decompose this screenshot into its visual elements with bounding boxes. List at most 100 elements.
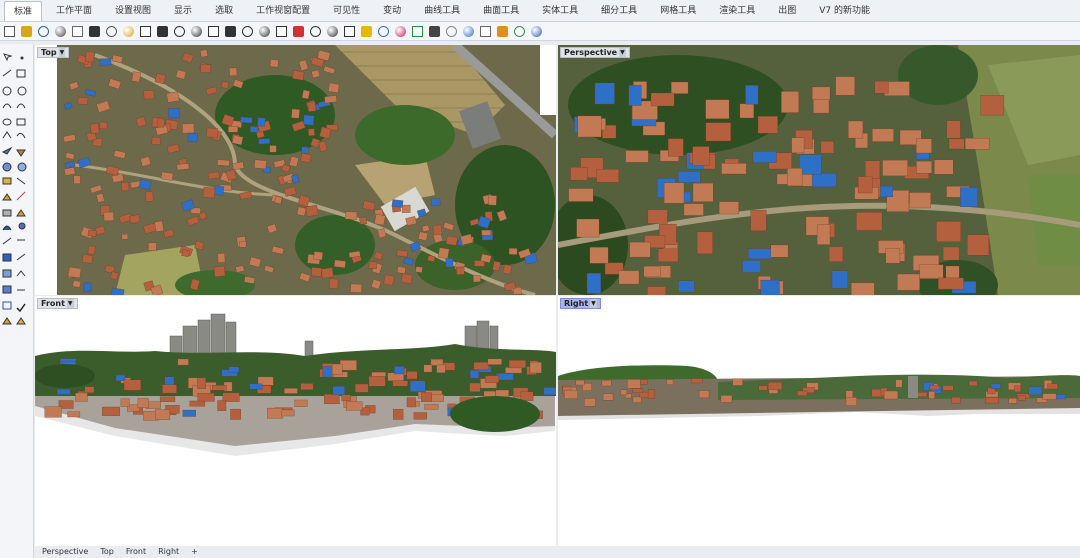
tab-curve-tools[interactable]: 曲线工具 [415,1,469,21]
house-roof [89,122,100,135]
grid-snap-icon[interactable] [308,24,323,39]
four-viewports-icon[interactable] [274,24,289,39]
top-viewport[interactable]: Top ▼ [35,45,556,295]
tab-standard[interactable]: 标准 [4,1,43,21]
tab-transform[interactable]: 变动 [374,1,410,21]
chevron-down-icon[interactable]: ▼ [619,48,626,57]
rotate-view-icon[interactable] [172,24,187,39]
object-snap-icon[interactable] [342,24,357,39]
house-roof [666,379,674,385]
tab-subd-tools[interactable]: 细分工具 [592,1,646,21]
house-roof [383,274,395,286]
chevron-down-icon[interactable]: ▼ [590,299,597,308]
rendered-sphere-icon[interactable] [444,24,459,39]
light-icon[interactable] [359,24,374,39]
zoom-window-icon[interactable] [206,24,221,39]
house-roof [222,392,240,402]
house-roof [341,394,352,401]
house-roof [596,169,619,183]
tab-select[interactable]: 选取 [206,1,242,21]
house-roof [445,235,458,246]
house-roof [294,399,308,407]
house-roof [856,212,883,231]
tab-solid-tools[interactable]: 实体工具 [533,1,587,21]
tab-mesh-tools[interactable]: 网格工具 [651,1,705,21]
tab-set-view[interactable]: 设置视图 [106,1,160,21]
front-elevation-model [35,313,556,456]
house-roof [430,198,441,207]
tab-display[interactable]: 显示 [165,1,201,21]
undo-view-icon[interactable] [257,24,272,39]
tab-visibility[interactable]: 可见性 [324,1,369,21]
left-tool-icons[interactable] [0,50,34,380]
house-roof [965,138,990,150]
viewport-tabs: Perspective Top Front Right + [36,546,204,558]
house-roof [488,195,497,206]
perspective-viewport[interactable]: Perspective ▼ [558,45,1080,295]
vtab-perspective[interactable]: Perspective [36,546,94,558]
layer-icon[interactable] [376,24,391,39]
house-roof [874,81,889,94]
viewport-title-perspective[interactable]: Perspective ▼ [560,47,630,58]
tab-surface-tools[interactable]: 曲面工具 [474,1,528,21]
print-icon[interactable] [53,24,68,39]
curve-tool-icon[interactable] [495,24,510,39]
house-roof [103,211,114,222]
open-folder-icon[interactable] [19,24,34,39]
add-viewport-tab-button[interactable]: + [185,546,204,558]
viewport-title-top[interactable]: Top ▼ [37,47,70,58]
front-viewport[interactable]: Front ▼ [35,296,556,546]
house-roof [618,270,640,285]
zoom-extents-icon[interactable] [223,24,238,39]
vtab-right[interactable]: Right [152,546,185,558]
house-roof [797,390,808,396]
house-roof [543,387,556,395]
copy-icon[interactable] [104,24,119,39]
viewport-title-front[interactable]: Front ▼ [37,298,78,309]
house-roof [951,397,961,404]
house-roof [968,380,978,386]
perspective-aerial-image [558,45,1080,295]
vtab-front[interactable]: Front [120,546,152,558]
tab-render-tools[interactable]: 渲染工具 [710,1,764,21]
house-roof [77,96,89,105]
save-icon[interactable] [36,24,51,39]
house-roof [948,138,965,150]
house-roof [131,71,141,83]
vtab-top[interactable]: Top [94,546,120,558]
house-roof [640,379,648,385]
tab-viewport-layout[interactable]: 工作视窗配置 [247,1,319,21]
chevron-down-icon[interactable]: ▼ [66,299,74,308]
house-roof [230,408,241,420]
undo-icon[interactable] [138,24,153,39]
zoom-icon[interactable] [189,24,204,39]
render-icon[interactable] [410,24,425,39]
cut-icon[interactable] [87,24,102,39]
earth-icon[interactable] [512,24,527,39]
pan-hand-icon[interactable] [155,24,170,39]
set-cplane-icon[interactable] [291,24,306,39]
settings-gear-icon[interactable] [478,24,493,39]
right-viewport[interactable]: Right ▼ [558,296,1080,546]
new-file-icon[interactable] [2,24,17,39]
import-icon[interactable] [70,24,85,39]
globe-icon[interactable] [461,24,476,39]
tab-drafting[interactable]: 出图 [769,1,805,21]
tab-cplanes[interactable]: 工作平面 [47,1,101,21]
house-roof [396,266,406,274]
house-roof [647,389,655,399]
house-roof [691,378,703,384]
house-roof [473,362,489,370]
house-roof [303,114,315,126]
house-roof [413,412,427,420]
tab-new-in-v7[interactable]: V7 的新功能 [810,1,879,21]
shaded-sphere-icon[interactable] [427,24,442,39]
chevron-down-icon[interactable]: ▼ [58,48,66,57]
help-icon[interactable] [529,24,544,39]
house-roof [757,116,778,134]
viewport-title-right[interactable]: Right ▼ [560,298,601,309]
named-views-icon[interactable] [325,24,340,39]
paste-icon[interactable] [121,24,136,39]
properties-icon[interactable] [393,24,408,39]
zoom-selected-icon[interactable] [240,24,255,39]
